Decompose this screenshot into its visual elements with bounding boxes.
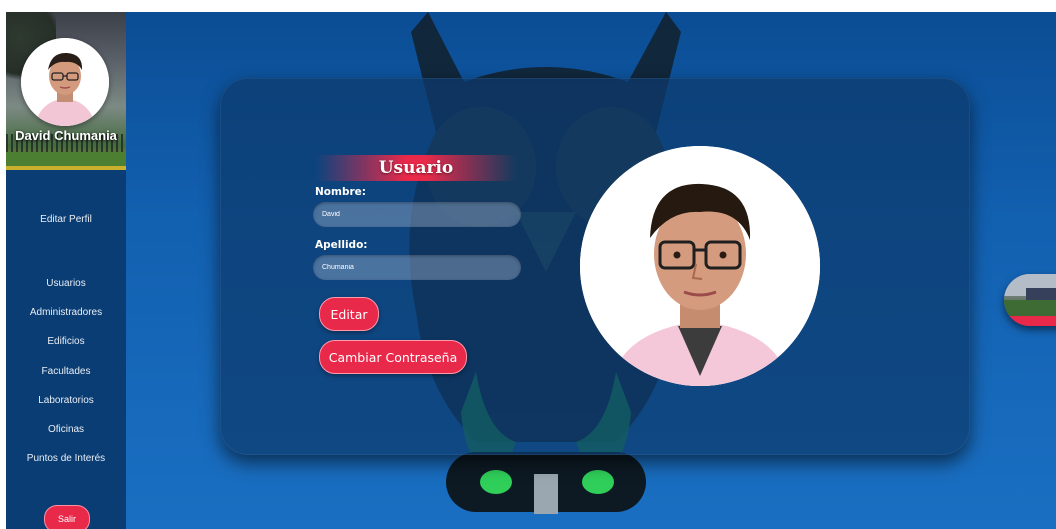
profile-card: Usuario Nombre: Apellido: Editar Cambiar… <box>220 78 970 455</box>
logout-button[interactable]: Salir <box>44 505 90 529</box>
last-name-field[interactable] <box>313 255 521 280</box>
campus-photo-button[interactable] <box>1004 274 1056 326</box>
sidebar-item-puntos-de-interes[interactable]: Puntos de Interés <box>6 453 126 464</box>
user-photo-icon <box>580 146 820 386</box>
campus-photo-icon <box>1004 274 1056 326</box>
first-name-field[interactable] <box>313 202 521 227</box>
first-name-label: Nombre: <box>315 186 366 198</box>
user-name: David Chumania <box>15 128 117 143</box>
sidebar-item-administradores[interactable]: Administradores <box>6 307 126 318</box>
sidebar-item-laboratorios[interactable]: Laboratorios <box>6 395 126 406</box>
sidebar-item-oficinas[interactable]: Oficinas <box>6 424 126 435</box>
profile-photo <box>580 146 820 386</box>
avatar[interactable] <box>21 38 109 126</box>
sidebar-item-usuarios[interactable]: Usuarios <box>6 278 126 289</box>
form-title: Usuario <box>316 155 516 181</box>
sidebar-item-edit-profile[interactable]: Editar Perfil <box>6 214 126 225</box>
avatar-photo-icon <box>21 38 109 126</box>
sidebar-item-edificios[interactable]: Edificios <box>6 336 126 347</box>
change-password-button[interactable]: Cambiar Contraseña <box>319 340 467 374</box>
banner-stripe-decoration <box>6 166 126 170</box>
last-name-label: Apellido: <box>315 239 368 251</box>
app-frame: David Chumania Editar Perfil Usuarios Ad… <box>6 12 1056 529</box>
sidebar-item-facultades[interactable]: Facultades <box>6 366 126 377</box>
sidebar: David Chumania Editar Perfil Usuarios Ad… <box>6 12 126 529</box>
edit-button[interactable]: Editar <box>319 297 379 331</box>
